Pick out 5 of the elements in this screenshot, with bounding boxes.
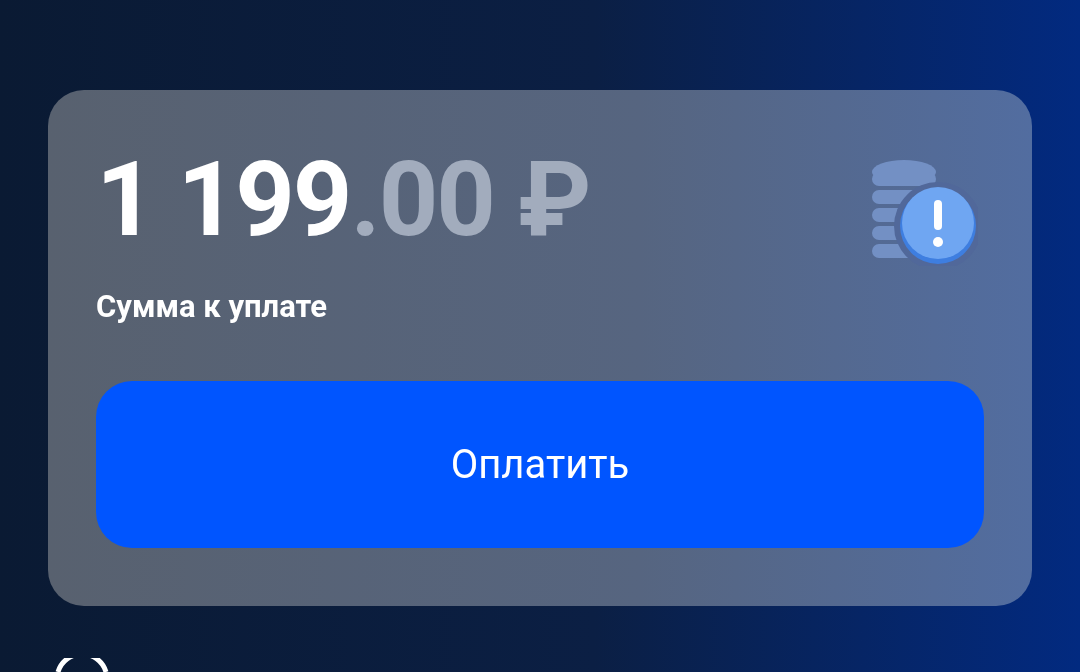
currency-sign: ₽ <box>518 140 590 260</box>
amount-label: Сумма к уплате <box>96 288 327 325</box>
amount-value: 1 199 <box>96 140 351 260</box>
amount-fraction: .00 <box>350 140 495 260</box>
pay-button[interactable]: Оплатить <box>96 381 984 548</box>
